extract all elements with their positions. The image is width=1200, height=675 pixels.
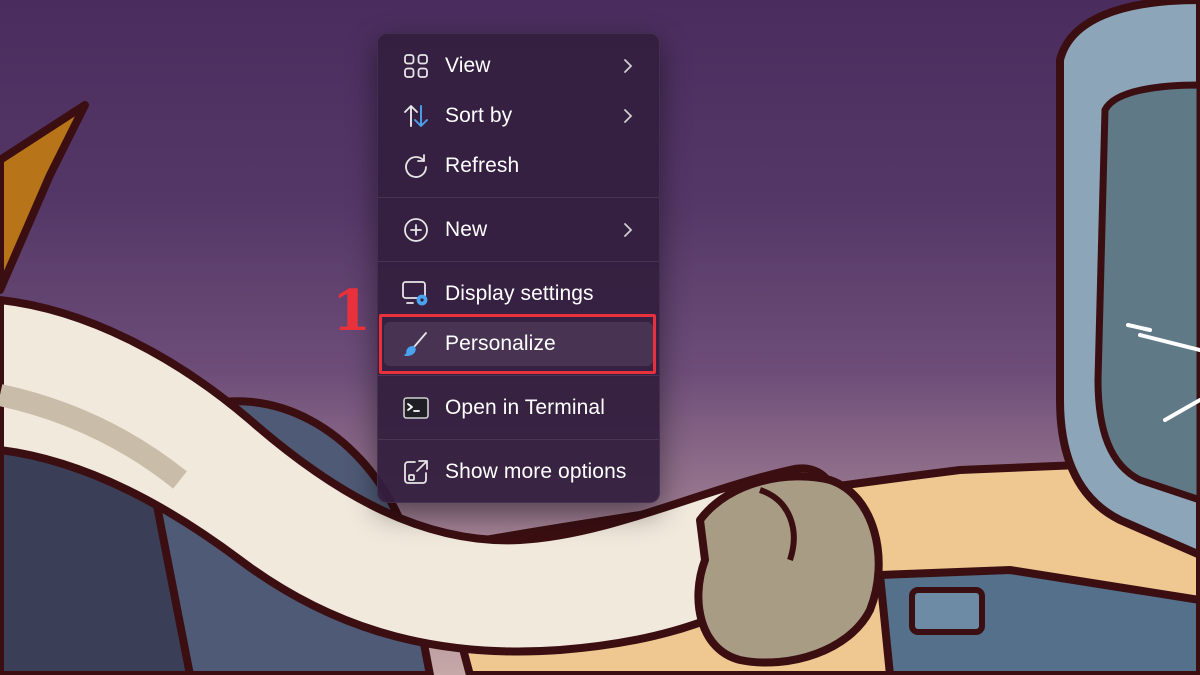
step-number-label: 1 bbox=[332, 278, 371, 344]
sort-arrows-icon bbox=[401, 101, 431, 131]
plus-circle-icon bbox=[401, 215, 431, 245]
menu-separator bbox=[378, 197, 659, 198]
refresh-icon bbox=[401, 151, 431, 181]
menu-item-label: Sort by bbox=[445, 104, 513, 127]
chevron-right-icon bbox=[624, 223, 633, 237]
menu-item-show-more-options[interactable]: Show more options bbox=[384, 450, 653, 494]
wallpaper-monitor-screen bbox=[1094, 81, 1200, 504]
menu-item-view[interactable]: View bbox=[384, 44, 653, 88]
wallpaper-hand bbox=[694, 472, 883, 667]
menu-item-sort-by[interactable]: Sort by bbox=[384, 94, 653, 138]
menu-item-label: New bbox=[445, 218, 488, 241]
show-more-options-icon bbox=[401, 457, 431, 487]
chevron-right-icon bbox=[624, 59, 633, 73]
chevron-right-icon bbox=[624, 109, 633, 123]
wallpaper-horn bbox=[0, 101, 89, 294]
menu-item-label: Show more options bbox=[445, 460, 627, 483]
menu-item-new[interactable]: New bbox=[384, 208, 653, 252]
menu-item-label: Refresh bbox=[445, 154, 520, 177]
menu-item-refresh[interactable]: Refresh bbox=[384, 144, 653, 188]
personalize-highlight-box bbox=[379, 314, 656, 374]
display-settings-icon bbox=[401, 279, 431, 309]
grid-icon bbox=[401, 51, 431, 81]
menu-separator bbox=[378, 261, 659, 262]
terminal-icon bbox=[401, 393, 431, 423]
menu-item-open-in-terminal[interactable]: Open in Terminal bbox=[384, 386, 653, 430]
menu-separator bbox=[378, 439, 659, 440]
menu-item-label: View bbox=[445, 54, 491, 77]
menu-separator bbox=[378, 375, 659, 376]
menu-item-display-settings[interactable]: Display settings bbox=[384, 272, 653, 316]
menu-item-label: Open in Terminal bbox=[445, 396, 605, 419]
desktop-context-menu: View Sort by Refresh New Display setting… bbox=[377, 33, 660, 503]
menu-item-label: Display settings bbox=[445, 282, 594, 305]
